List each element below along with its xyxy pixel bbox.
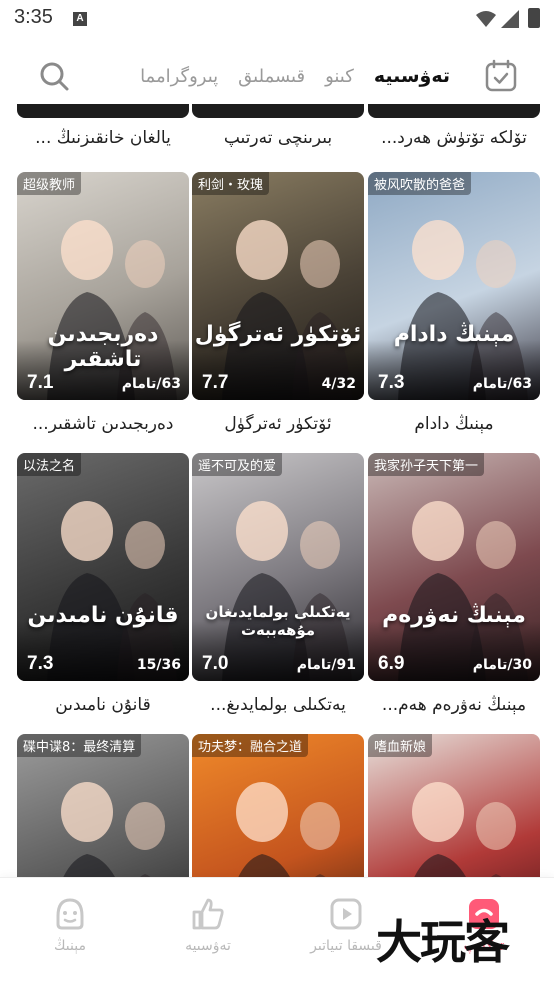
- poster-bottom-edge: [17, 104, 189, 118]
- drama-title[interactable]: مېنىڭ نەۋرەم ھەم...: [368, 695, 540, 715]
- rating-score: 7.3: [27, 653, 54, 674]
- drama-poster[interactable]: 被风吹散的爸爸 مېنىڭ دادام 7.3 63/تامام: [368, 172, 540, 400]
- poster-title-art: مېنىڭ دادام: [393, 322, 515, 347]
- nav-recommend[interactable]: تەۋسىيە: [148, 894, 268, 954]
- drama-poster[interactable]: 超级教师 دەربجىدىن تاشقىر 7.1 63/تامام: [17, 172, 189, 400]
- poster-bottom-edge: [192, 104, 364, 118]
- poster-original-title: 嗜血新娘: [368, 734, 433, 757]
- poster-original-title: 被风吹散的爸爸: [368, 172, 472, 195]
- rating-score: 7.3: [378, 372, 405, 393]
- rating-score: 6.9: [378, 653, 405, 674]
- drama-poster[interactable]: 以法之名 قانۇن نامىدىن 7.3 15/36: [17, 453, 189, 681]
- previous-row: تۆلكە تۆتۈش ھەرد... بىرىنچى تەرتىپ يالغا…: [0, 104, 554, 164]
- thumbs-up-icon: [192, 898, 224, 930]
- poster-title-art: دەربجىدىن تاشقىر: [47, 322, 159, 372]
- drama-title[interactable]: قانۇن نامىدىن: [17, 695, 189, 715]
- nav-mine[interactable]: مېنىڭ: [10, 894, 130, 954]
- battery-icon: [528, 8, 540, 28]
- poster-title-art: ئۆتكۈر ئەترگۈل: [194, 322, 362, 347]
- signal-icon: [501, 10, 519, 28]
- drama-card[interactable]: 被风吹散的爸爸 مېنىڭ دادام 7.3 63/تامام مېنىڭ دادام: [368, 172, 540, 434]
- rating-score: 7.0: [202, 653, 229, 674]
- rating-score: 7.7: [202, 372, 229, 393]
- poster-title-art: مېنىڭ نەۋرەم: [382, 603, 526, 628]
- top-nav: تەۋسىيە كىنو قىسملىق پىروگرامما: [0, 50, 554, 102]
- episode-count: 91/تامام: [296, 657, 356, 673]
- drama-card[interactable]: 遥不可及的爱 يەتكىلى بولمايدىغان مۇھەببەت 7.0 91/…: [192, 453, 364, 715]
- poster-original-title: 碟中谍8：最终清算: [17, 734, 142, 757]
- poster-original-title: 超级教师: [17, 172, 82, 195]
- watermark-logo: 大玩客: [376, 915, 510, 969]
- drama-poster[interactable]: 碟中谍8：最终清算: [17, 734, 189, 877]
- poster-bottom-edge: [368, 104, 540, 118]
- bottom-nav: مېنىڭ تەۋسىيە قىسقا تىياتىر تەكلىپ 大玩客: [0, 877, 554, 985]
- status-bar: 3:35 A: [0, 0, 554, 40]
- drama-card[interactable]: 我家孙子天下第一 مېنىڭ نەۋرەم 6.9 30/تامام مېنىڭ نەۋ…: [368, 453, 540, 715]
- drama-poster[interactable]: 我家孙子天下第一 مېنىڭ نەۋرەم 6.9 30/تامام: [368, 453, 540, 681]
- drama-card[interactable]: 利剑・玫瑰 ئۆتكۈر ئەترگۈل 7.7 4/32 ئۆتكۈر ئەترگۈل: [192, 172, 364, 434]
- drama-poster[interactable]: 功夫梦：融合之道: [192, 734, 364, 877]
- tab-series[interactable]: قىسملىق: [238, 66, 305, 87]
- face-smile-icon: [56, 898, 84, 930]
- nav-label: مېنىڭ: [54, 938, 86, 954]
- notification-icon: A: [73, 12, 87, 26]
- drama-title[interactable]: تۆلكە تۆتۈش ھەرد...: [368, 128, 540, 148]
- search-icon[interactable]: [38, 60, 70, 92]
- poster-original-title: 我家孙子天下第一: [368, 453, 485, 476]
- drama-title[interactable]: بىرىنچى تەرتىپ: [192, 128, 364, 148]
- tab-program[interactable]: پىروگرامما: [140, 66, 218, 87]
- episode-count: 4/32: [321, 376, 356, 392]
- nav-label: تەۋسىيە: [185, 938, 231, 954]
- poster-original-title: 以法之名: [17, 453, 82, 476]
- poster-title-art: قانۇن نامىدىن: [27, 603, 179, 628]
- drama-title[interactable]: ئۆتكۈر ئەترگۈل: [192, 414, 364, 434]
- drama-poster[interactable]: 遥不可及的爱 يەتكىلى بولمايدىغان مۇھەببەت 7.0 91/…: [192, 453, 364, 681]
- drama-title[interactable]: يەتكىلى بولمايدىغ...: [192, 695, 364, 715]
- play-square-icon: [330, 898, 362, 930]
- category-tabs: تەۋسىيە كىنو قىسملىق پىروگرامما: [110, 58, 450, 94]
- poster-original-title: 利剑・玫瑰: [192, 172, 270, 195]
- status-time: 3:35: [14, 6, 53, 28]
- drama-card[interactable]: 嗜血新娘: [368, 734, 540, 877]
- episode-count: 30/تامام: [472, 657, 532, 673]
- calendar-check-icon[interactable]: [484, 59, 518, 93]
- drama-card[interactable]: 超级教师 دەربجىدىن تاشقىر 7.1 63/تامام دەربجىدىن…: [17, 172, 189, 434]
- drama-card[interactable]: 碟中谍8：最终清算: [17, 734, 189, 877]
- poster-original-title: 遥不可及的爱: [192, 453, 283, 476]
- drama-poster[interactable]: 嗜血新娘: [368, 734, 540, 877]
- drama-poster[interactable]: 利剑・玫瑰 ئۆتكۈر ئەترگۈل 7.7 4/32: [192, 172, 364, 400]
- rating-score: 7.1: [27, 372, 54, 393]
- drama-card[interactable]: 以法之名 قانۇن نامىدىن 7.3 15/36 قانۇن نامىدىن: [17, 453, 189, 715]
- poster-original-title: 功夫梦：融合之道: [192, 734, 309, 757]
- episode-count: 63/تامام: [121, 376, 181, 392]
- episode-count: 15/36: [136, 657, 181, 673]
- drama-grid: تۆلكە تۆتۈش ھەرد... بىرىنچى تەرتىپ يالغا…: [0, 104, 554, 877]
- poster-title-art: يەتكىلى بولمايدىغان مۇھەببەت: [205, 603, 351, 639]
- drama-title[interactable]: دەربجىدىن تاشقىر...: [17, 414, 189, 434]
- tab-recommend[interactable]: تەۋسىيە: [374, 65, 450, 87]
- wifi-icon: [476, 11, 496, 27]
- drama-title[interactable]: مېنىڭ دادام: [368, 414, 540, 434]
- tab-movie[interactable]: كىنو: [325, 66, 354, 87]
- drama-title[interactable]: يالغان خانقىزنىڭ ...: [17, 128, 189, 148]
- drama-card[interactable]: 功夫梦：融合之道: [192, 734, 364, 877]
- episode-count: 63/تامام: [472, 376, 532, 392]
